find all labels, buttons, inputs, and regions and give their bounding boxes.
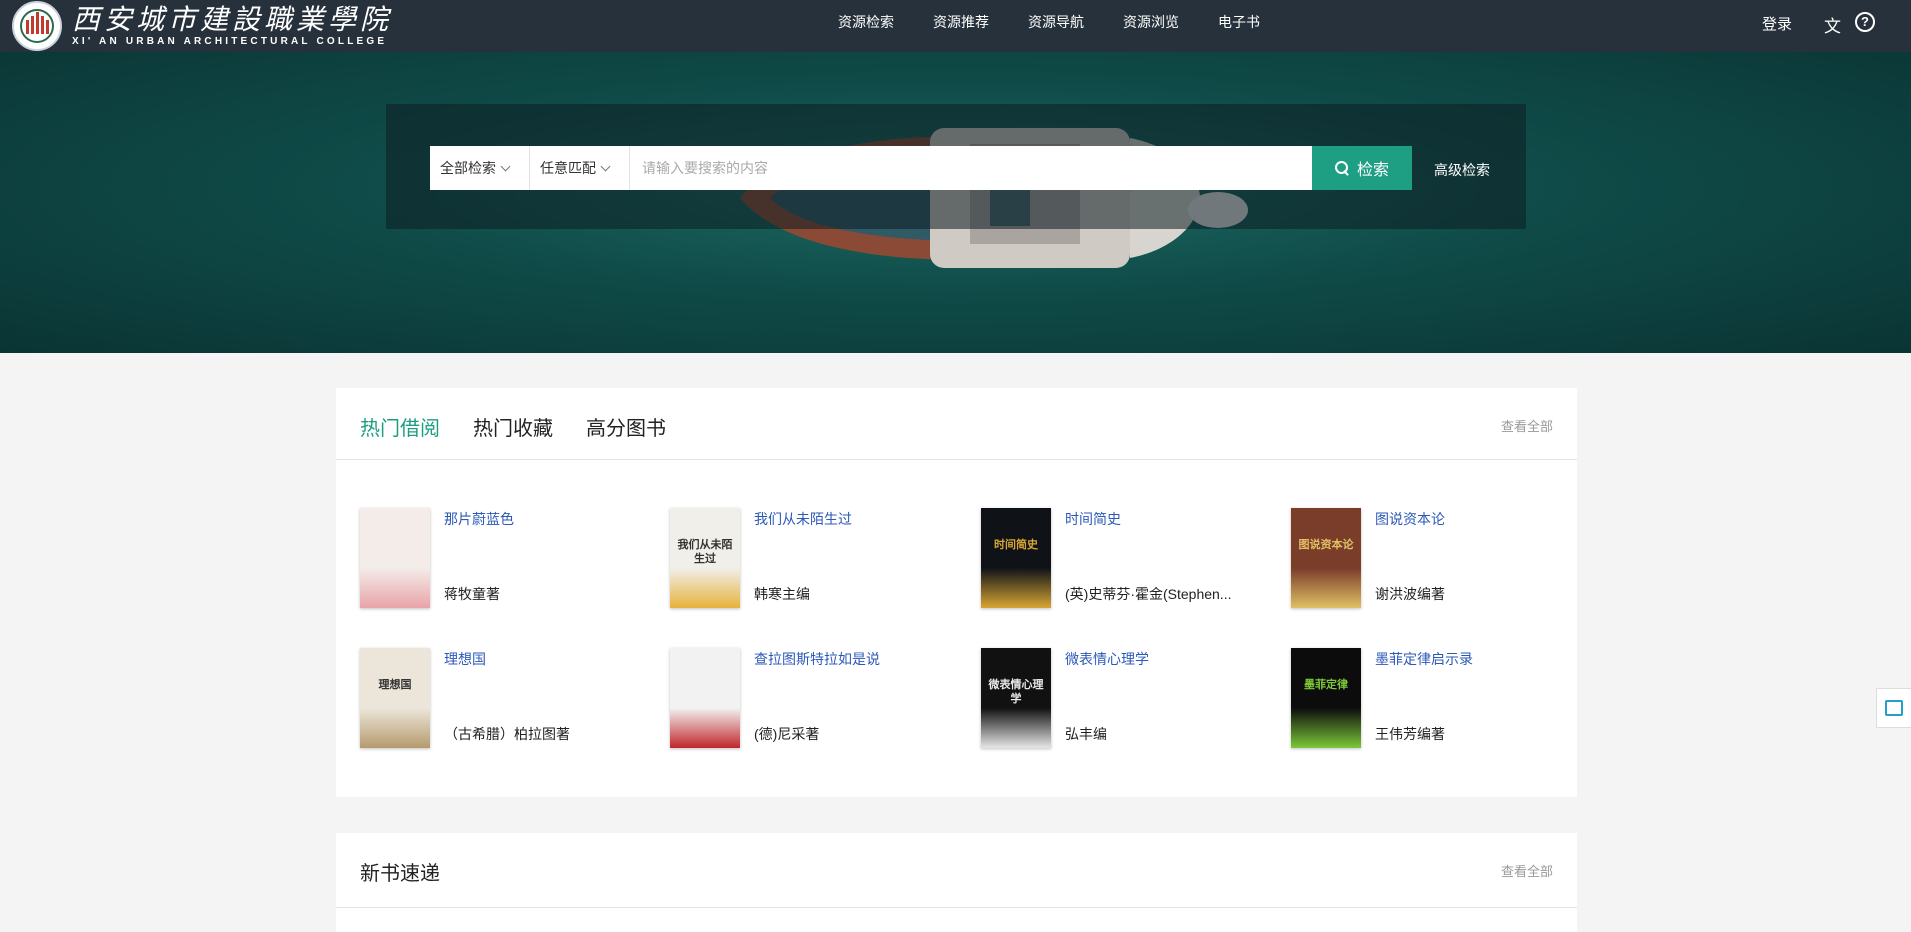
tab-hot-collect[interactable]: 热门收藏 (473, 412, 553, 441)
book-item[interactable]: 微表情心理学 微表情心理学 弘丰编 (981, 648, 1281, 748)
floating-widget-button[interactable] (1876, 688, 1911, 728)
book-item[interactable]: 时间简史 时间简史 (英)史蒂芬·霍金(Stephen... (981, 508, 1281, 608)
book-cover[interactable] (670, 648, 740, 748)
college-emblem-icon (12, 1, 62, 51)
book-title[interactable]: 那片蔚蓝色 (444, 509, 514, 529)
chevron-down-icon (600, 161, 611, 171)
tab-high-rating[interactable]: 高分图书 (586, 412, 666, 441)
match-mode-select[interactable]: 任意匹配 (530, 146, 630, 190)
book-item[interactable]: 理想国 理想国 （古希腊）柏拉图著 (360, 648, 660, 748)
nav-resource-navigation[interactable]: 资源导航 (1028, 12, 1084, 32)
book-cover-title: 时间简史 (994, 539, 1038, 551)
book-cover[interactable]: 微表情心理学 (981, 648, 1051, 748)
book-cover-title: 微表情心理学 (988, 679, 1044, 705)
logo-english-name: XI' AN URBAN ARCHITECTURAL COLLEGE (72, 36, 388, 47)
help-icon[interactable]: ? (1855, 12, 1875, 32)
chevron-down-icon (500, 161, 511, 171)
translate-icon[interactable]: 文 (1824, 12, 1841, 37)
search-scope-label: 全部检索 (440, 160, 496, 176)
new-books-card: 新书速递 查看全部 (336, 833, 1577, 932)
book-author: 谢洪波编著 (1375, 586, 1445, 602)
top-header: 西安城市建設職業學院 XI' AN URBAN ARCHITECTURAL CO… (0, 0, 1911, 52)
nav-resource-recommend[interactable]: 资源推荐 (933, 12, 989, 32)
divider (336, 907, 1577, 908)
book-item[interactable]: 查拉图斯特拉如是说 (德)尼采著 (670, 648, 970, 748)
logo-chinese-name: 西安城市建設職業學院 (72, 3, 393, 36)
book-author: 王伟芳编著 (1375, 726, 1445, 742)
login-link[interactable]: 登录 (1762, 13, 1792, 34)
search-bar: 全部检索 任意匹配 (430, 146, 1376, 190)
search-button-label: 检索 (1356, 162, 1389, 179)
search-panel: 全部检索 任意匹配 检索 高级检索 (386, 104, 1526, 229)
book-item[interactable]: 我们从未陌生过 我们从未陌生过 韩寒主编 (670, 508, 970, 608)
book-cover[interactable]: 时间简史 (981, 508, 1051, 608)
book-title[interactable]: 图说资本论 (1375, 509, 1445, 529)
book-cover[interactable]: 理想国 (360, 648, 430, 748)
book-cover[interactable]: 墨菲定律 (1291, 648, 1361, 748)
book-cover-title: 我们从未陌生过 (677, 539, 733, 565)
book-author: 蒋牧童著 (444, 586, 500, 602)
book-cover-title: 墨菲定律 (1304, 679, 1348, 691)
hero-banner: 全部检索 任意匹配 检索 高级检索 (0, 52, 1911, 353)
book-cover[interactable] (360, 508, 430, 608)
advanced-search-link[interactable]: 高级检索 (1434, 160, 1490, 180)
book-item[interactable]: 图说资本论 图说资本论 谢洪波编著 (1291, 508, 1591, 608)
book-title[interactable]: 微表情心理学 (1065, 649, 1149, 669)
book-cover[interactable]: 图说资本论 (1291, 508, 1361, 608)
view-all-link-new[interactable]: 查看全部 (1501, 861, 1553, 880)
chat-icon (1885, 700, 1903, 716)
book-title[interactable]: 查拉图斯特拉如是说 (754, 649, 880, 669)
book-cover-title: 图说资本论 (1298, 539, 1354, 551)
match-mode-label: 任意匹配 (540, 160, 596, 176)
book-title[interactable]: 墨菲定律启示录 (1375, 649, 1473, 669)
search-button[interactable]: 检索 (1312, 146, 1412, 190)
book-title[interactable]: 我们从未陌生过 (754, 509, 852, 529)
search-input[interactable] (630, 146, 1376, 190)
book-author: (英)史蒂芬·霍金(Stephen... (1065, 586, 1232, 602)
tab-hot-borrow[interactable]: 热门借阅 (360, 412, 440, 441)
book-author: 韩寒主编 (754, 586, 810, 602)
nav-resource-search[interactable]: 资源检索 (838, 12, 894, 32)
book-author: （古希腊）柏拉图著 (444, 726, 570, 742)
nav-ebook[interactable]: 电子书 (1218, 12, 1260, 32)
book-author: 弘丰编 (1065, 726, 1107, 742)
divider (336, 459, 1577, 460)
book-title[interactable]: 理想国 (444, 649, 486, 669)
search-icon (1334, 161, 1349, 175)
main-nav: 资源检索 资源推荐 资源导航 资源浏览 电子书 (838, 12, 1299, 32)
hot-books-card: 热门借阅 热门收藏 高分图书 查看全部 那片蔚蓝色 蒋牧童著 我们从未陌生过 我们从未… (336, 388, 1577, 797)
book-cover-title: 理想国 (378, 679, 412, 691)
nav-resource-browse[interactable]: 资源浏览 (1123, 12, 1179, 32)
book-item[interactable]: 那片蔚蓝色 蒋牧童著 (360, 508, 660, 608)
section-title-new-books: 新书速递 (360, 863, 440, 885)
book-title[interactable]: 时间简史 (1065, 509, 1121, 529)
book-author: (德)尼采著 (754, 726, 820, 742)
view-all-link[interactable]: 查看全部 (1501, 416, 1553, 435)
college-logo[interactable]: 西安城市建設職業學院 XI' AN URBAN ARCHITECTURAL CO… (12, 1, 392, 51)
book-cover[interactable]: 我们从未陌生过 (670, 508, 740, 608)
book-tabs: 热门借阅 热门收藏 高分图书 (360, 412, 699, 441)
search-scope-select[interactable]: 全部检索 (430, 146, 530, 190)
book-item[interactable]: 墨菲定律 墨菲定律启示录王伟芳编著 (1291, 648, 1591, 748)
